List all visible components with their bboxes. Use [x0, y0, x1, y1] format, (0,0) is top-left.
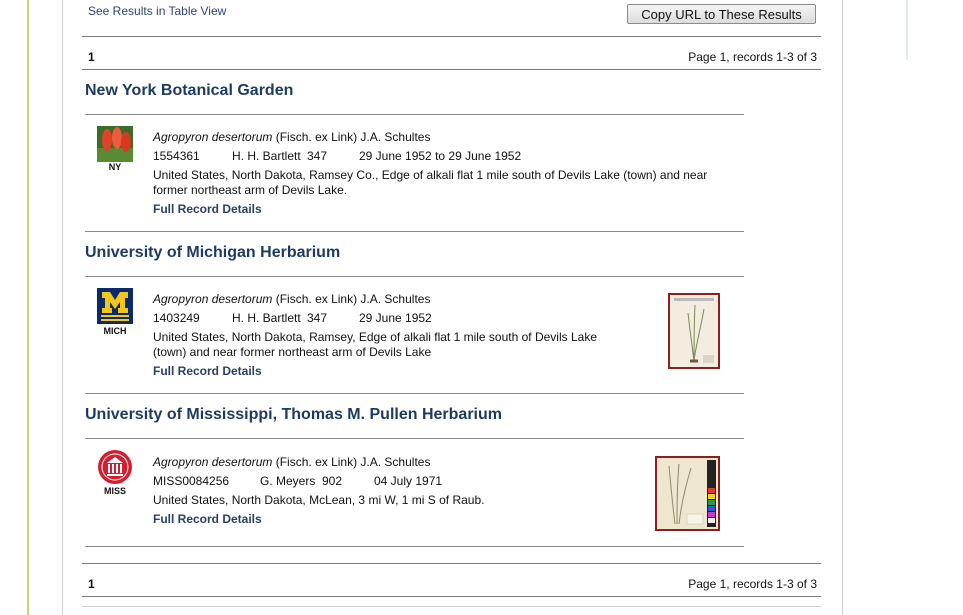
specimen-thumbnail[interactable] — [655, 456, 720, 531]
divider — [85, 438, 744, 439]
locality-line: former northeast arm of Devils Lake. — [153, 183, 348, 197]
divider — [82, 563, 821, 564]
institution-code: NY — [108, 162, 122, 172]
divider — [85, 114, 744, 115]
taxon-line: Agropyron desertorum (Fisch. ex Link) J.… — [153, 130, 430, 144]
taxon-author: (Fisch. ex Link) J.A. Schultes — [275, 292, 431, 306]
institution-title: University of Michigan Herbarium — [85, 244, 341, 261]
institution-code: MISS — [103, 486, 126, 496]
divider — [82, 596, 821, 597]
divider — [85, 546, 744, 547]
collector-number: 347 — [307, 149, 328, 163]
taxon-line: Agropyron desertorum (Fisch. ex Link) J.… — [153, 292, 430, 306]
taxon-author: (Fisch. ex Link) J.A. Schultes — [275, 455, 431, 469]
locality-line: (town) and near former northeast arm of … — [153, 345, 432, 359]
taxon-name: Agropyron desertorum — [153, 130, 273, 144]
catalog-number: MISS0084256 — [153, 474, 230, 488]
institution-title: New York Botanical Garden — [85, 82, 294, 99]
catalog-number: 1403249 — [153, 311, 200, 325]
michigan-m-logo-icon — [97, 288, 133, 324]
collection-line: 1403249 H. H. Bartlett 347 29 June 1952 — [153, 311, 432, 325]
page-number-link[interactable]: 1 — [88, 577, 95, 591]
collector-number: 902 — [322, 474, 343, 488]
full-record-details-link[interactable]: Full Record Details — [153, 202, 262, 216]
collector-number: 347 — [307, 311, 328, 325]
divider — [85, 231, 744, 232]
content-left-border — [62, 0, 63, 615]
collection-date: 29 June 1952 to 29 June 1952 — [359, 149, 522, 163]
collection-line: 1554361 H. H. Bartlett 347 29 June 1952 to … — [153, 149, 521, 163]
institution-code: MICH — [103, 326, 127, 336]
institution-title: University of Mississippi, Thomas M. Pul… — [85, 406, 502, 423]
taxon-name: Agropyron desertorum — [153, 292, 273, 306]
divider — [85, 393, 744, 394]
page-number-link[interactable]: 1 — [88, 50, 95, 64]
collection-date: 29 June 1952 — [359, 311, 432, 325]
page-info: Page 1, records 1-3 of 3 — [688, 50, 817, 64]
mississippi-seal-logo-icon — [97, 449, 133, 485]
full-record-details-link[interactable]: Full Record Details — [153, 512, 262, 526]
sidebar-edge — [906, 0, 908, 60]
copy-url-button[interactable]: Copy URL to These Results — [627, 4, 816, 24]
collection-date: 04 July 1971 — [374, 474, 443, 488]
catalog-number: 1554361 — [153, 149, 200, 163]
collector: H. H. Bartlett — [232, 311, 301, 325]
divider — [82, 36, 821, 37]
locality: United States, North Dakota, Ramsey Co.,… — [153, 168, 707, 198]
page-info: Page 1, records 1-3 of 3 — [688, 577, 817, 591]
divider — [85, 276, 744, 277]
table-view-link[interactable]: See Results in Table View — [88, 4, 226, 18]
full-record-details-link[interactable]: Full Record Details — [153, 364, 262, 378]
locality: United States, North Dakota, Ramsey, Edg… — [153, 330, 597, 360]
locality-line: United States, North Dakota, Ramsey Co.,… — [153, 168, 708, 182]
locality-line: United States, North Dakota, McLean, 3 m… — [153, 493, 485, 507]
taxon-name: Agropyron desertorum — [153, 455, 273, 469]
specimen-thumbnail[interactable] — [668, 293, 720, 369]
divider — [82, 69, 821, 70]
content-right-border — [842, 0, 843, 615]
collection-line: MISS0084256 G. Meyers 902 04 July 1971 — [153, 474, 442, 488]
locality-line: United States, North Dakota, Ramsey, Edg… — [153, 330, 597, 344]
flower-photo-icon — [97, 126, 133, 162]
collector: H. H. Bartlett — [232, 149, 301, 163]
taxon-line: Agropyron desertorum (Fisch. ex Link) J.… — [153, 455, 430, 469]
locality: United States, North Dakota, McLean, 3 m… — [153, 493, 484, 508]
taxon-author: (Fisch. ex Link) J.A. Schultes — [275, 130, 431, 144]
page-left-border — [27, 0, 29, 615]
divider — [82, 606, 821, 607]
collector: G. Meyers — [260, 474, 316, 488]
